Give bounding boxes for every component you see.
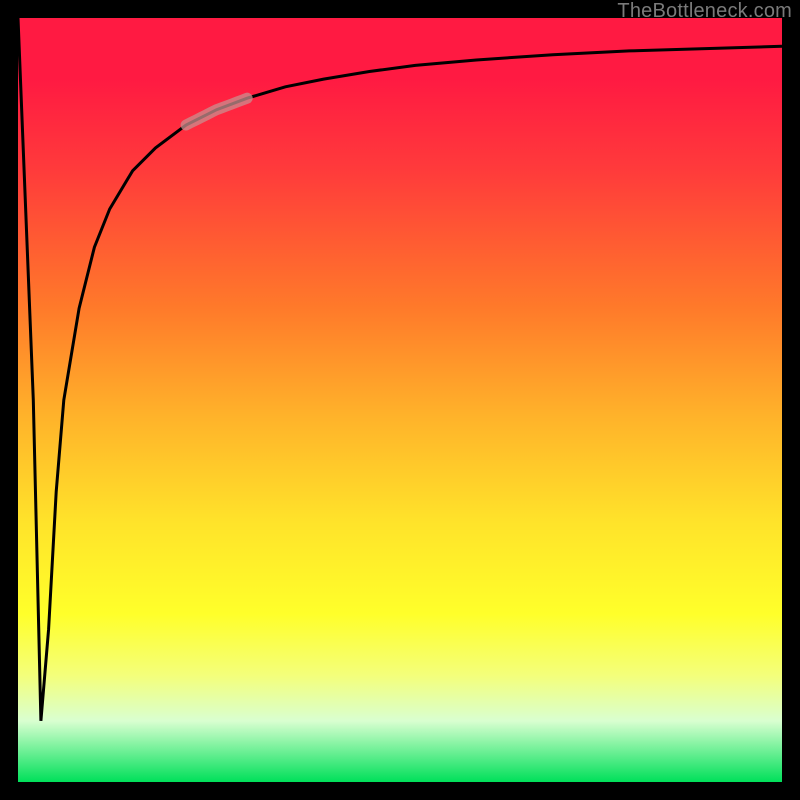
curve-highlight xyxy=(186,98,247,125)
bottleneck-curve xyxy=(18,18,782,721)
chart-stage: TheBottleneck.com xyxy=(0,0,800,800)
attribution-text: TheBottleneck.com xyxy=(617,0,792,23)
curve-svg xyxy=(18,18,782,782)
plot-area xyxy=(18,18,782,782)
